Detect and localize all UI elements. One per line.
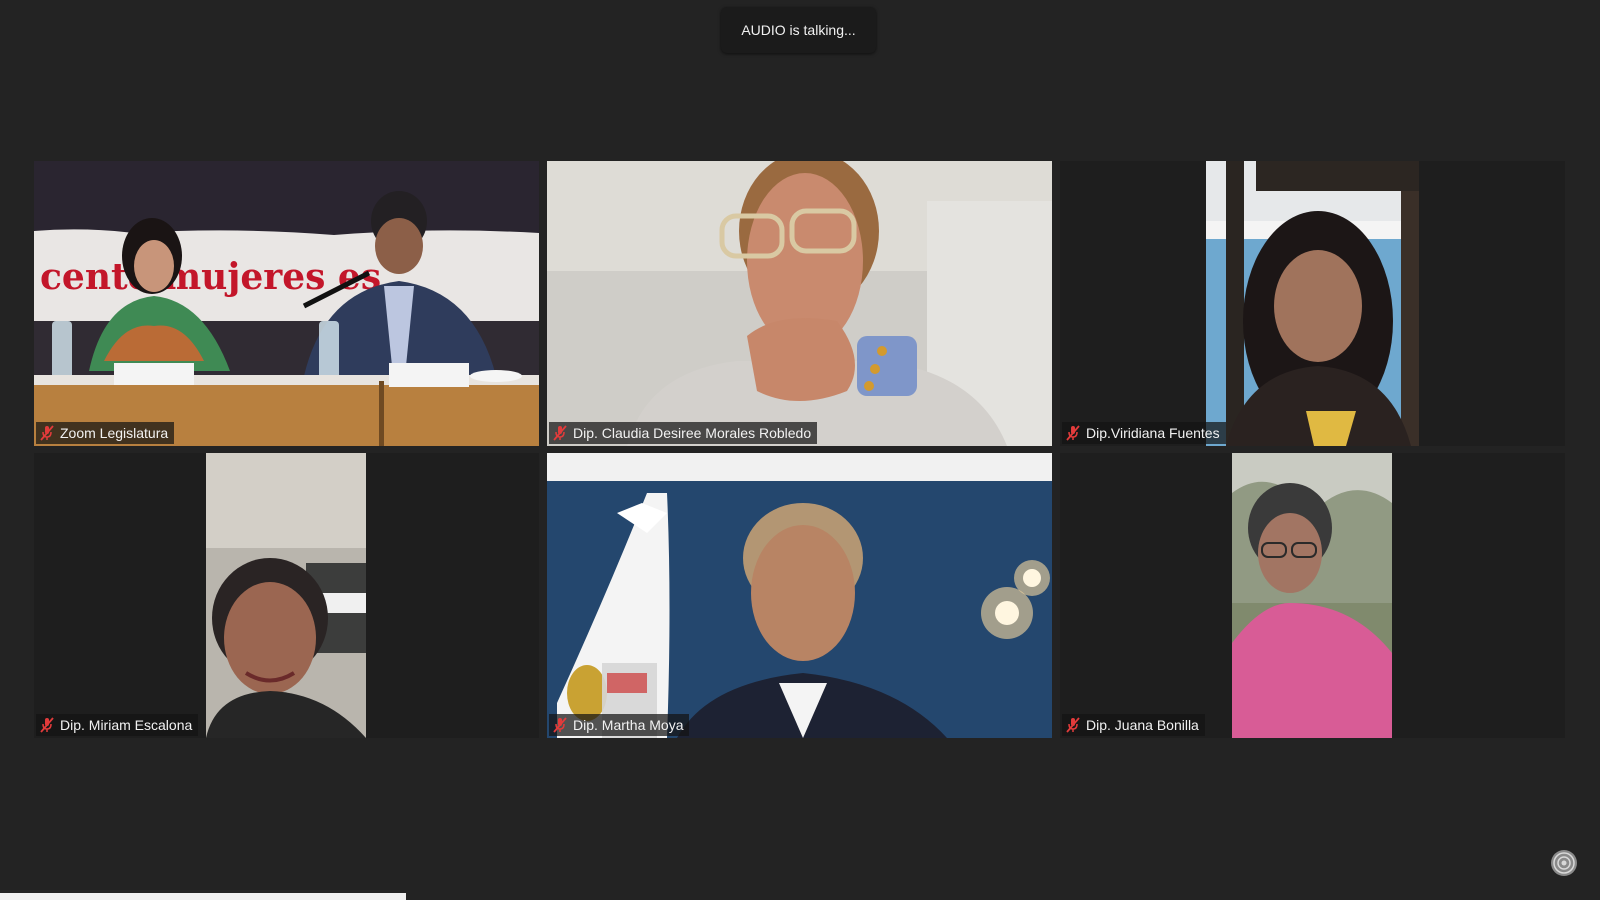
mic-muted-icon xyxy=(553,425,567,441)
participant-name: Dip. Juana Bonilla xyxy=(1086,717,1199,733)
mic-muted-icon xyxy=(1066,717,1080,733)
participant-name: Dip. Miriam Escalona xyxy=(60,717,193,733)
mic-muted-icon xyxy=(553,717,567,733)
participant-name: Dip. Martha Moya xyxy=(573,717,684,733)
mic-muted-icon xyxy=(40,717,54,733)
participant-name-tag: Dip. Martha Moya xyxy=(549,714,690,736)
progress-strip xyxy=(0,893,406,900)
participant-video xyxy=(547,453,1052,738)
participant-video xyxy=(547,161,1052,446)
participant-name-tag: Dip. Juana Bonilla xyxy=(1062,714,1205,736)
speaking-indicator: AUDIO is talking... xyxy=(721,7,876,53)
video-tile-miriam-escalona[interactable]: Dip. Miriam Escalona xyxy=(34,453,539,738)
participant-name-tag: Zoom Legislatura xyxy=(36,422,175,444)
video-tile-zoom-legislatura[interactable]: cente mujeres es Zoom Legislatura xyxy=(34,161,539,446)
participant-name: Dip.Viridiana Fuentes xyxy=(1086,425,1220,441)
settings-icon[interactable] xyxy=(1550,849,1578,877)
participant-name: Zoom Legislatura xyxy=(60,425,169,441)
speaking-text: AUDIO is talking... xyxy=(741,22,856,38)
participant-name-tag: Dip. Miriam Escalona xyxy=(36,714,199,736)
participant-video xyxy=(1232,453,1392,738)
participant-name-tag: Dip. Claudia Desiree Morales Robledo xyxy=(549,422,818,444)
participant-video xyxy=(1206,161,1419,446)
mic-muted-icon xyxy=(1066,425,1080,441)
video-tile-claudia-morales[interactable]: Dip. Claudia Desiree Morales Robledo xyxy=(547,161,1052,446)
video-tile-juana-bonilla[interactable]: Dip. Juana Bonilla xyxy=(1060,453,1565,738)
participant-video: cente mujeres es xyxy=(34,161,539,446)
participant-name: Dip. Claudia Desiree Morales Robledo xyxy=(573,425,812,441)
participant-name-tag: Dip.Viridiana Fuentes xyxy=(1062,422,1226,444)
mic-muted-icon xyxy=(40,425,54,441)
video-tile-martha-moya[interactable]: Dip. Martha Moya xyxy=(547,453,1052,738)
participant-video xyxy=(206,453,366,738)
video-tile-viridiana-fuentes[interactable]: Dip.Viridiana Fuentes xyxy=(1060,161,1565,446)
